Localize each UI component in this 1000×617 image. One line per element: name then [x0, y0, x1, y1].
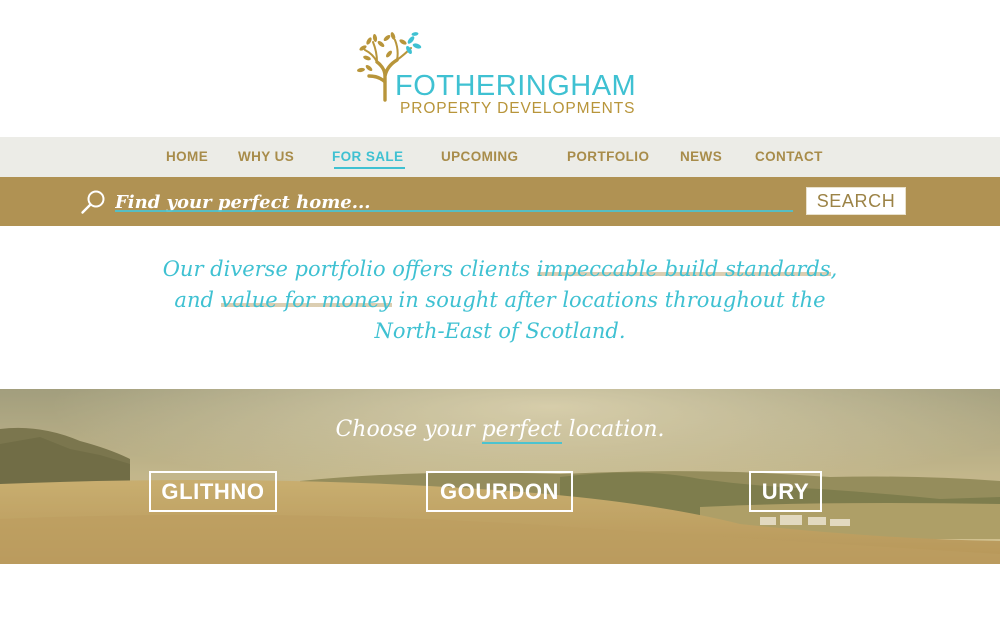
tagline-text: in sought after locations throughout the…	[374, 288, 826, 343]
site-header: FOTHERINGHAM PROPERTY DEVELOPMENTS	[0, 0, 1000, 137]
location-heading-text: Choose your	[335, 417, 482, 442]
brand-logo[interactable]: FOTHERINGHAM PROPERTY DEVELOPMENTS	[355, 30, 655, 122]
location-heading-emphasis: perfect	[481, 417, 562, 444]
nav-item-contact[interactable]: CONTACT	[755, 149, 823, 164]
location-banner: Choose your perfect location. GLITHNO GO…	[0, 389, 1000, 564]
nav-item-why-us[interactable]: WHY US	[238, 149, 294, 164]
location-heading: Choose your perfect location.	[0, 417, 1000, 444]
location-button-glithno[interactable]: GLITHNO	[149, 471, 277, 512]
brand-subtitle: PROPERTY DEVELOPMENTS	[400, 100, 636, 117]
nav-item-home[interactable]: HOME	[166, 149, 208, 164]
search-underline	[115, 210, 793, 212]
nav-item-news[interactable]: NEWS	[680, 149, 722, 164]
search-icon[interactable]	[80, 189, 106, 215]
brand-title: FOTHERINGHAM	[395, 70, 637, 102]
search-button[interactable]: SEARCH	[806, 187, 906, 215]
nav-item-portfolio[interactable]: PORTFOLIO	[567, 149, 649, 164]
location-button-ury[interactable]: URY	[749, 471, 822, 512]
tagline: Our diverse portfolio offers clients imp…	[150, 254, 850, 347]
main-nav: HOME WHY US FOR SALE UPCOMING PORTFOLIO …	[0, 137, 1000, 177]
nav-item-upcoming[interactable]: UPCOMING	[441, 149, 518, 164]
location-heading-text: location.	[561, 417, 665, 442]
tagline-text: Our diverse portfolio offers clients	[162, 257, 537, 281]
tagline-highlight: value for money	[220, 288, 392, 312]
tagline-highlight: impeccable build standards	[536, 257, 831, 281]
nav-item-for-sale[interactable]: FOR SALE	[332, 149, 406, 169]
location-button-gourdon[interactable]: GOURDON	[426, 471, 573, 512]
